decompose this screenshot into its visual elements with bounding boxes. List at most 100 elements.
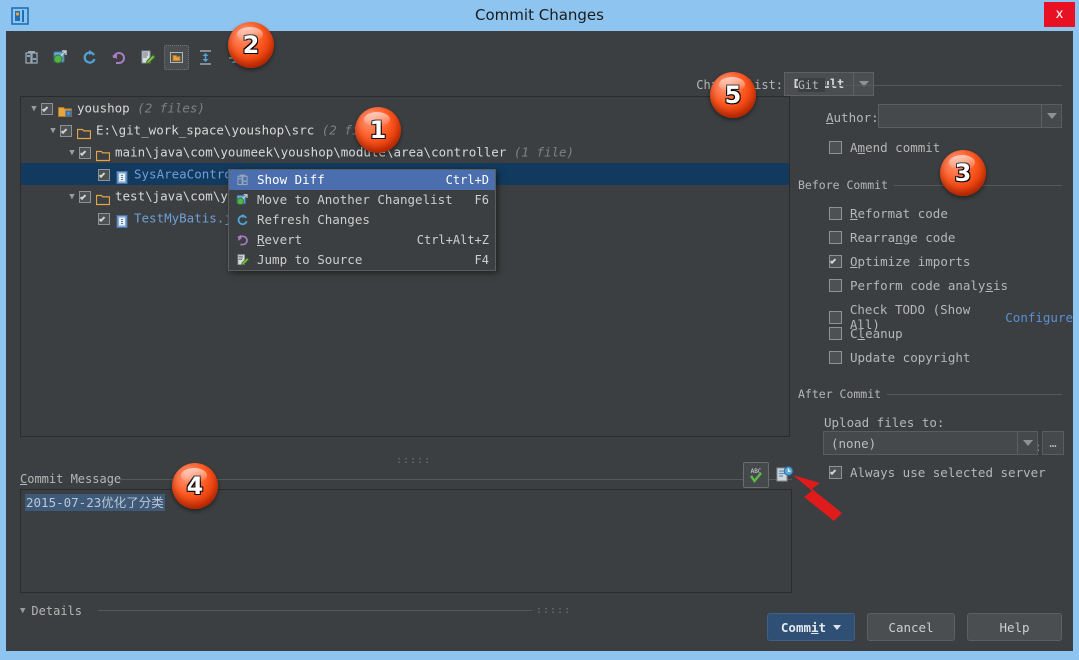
annotation-badge-3: 3: [940, 150, 986, 196]
help-button[interactable]: Help: [967, 613, 1062, 641]
configure-link[interactable]: Configure: [1005, 310, 1073, 325]
author-mnemonic: A: [826, 110, 834, 125]
folder-icon: [96, 191, 110, 203]
before-commit-option-label: Perform code analysis: [850, 278, 1008, 293]
tree-row-label: youshop: [77, 101, 130, 116]
expand-all-icon[interactable]: [193, 45, 218, 70]
before-commit-option-label: Cleanup: [850, 326, 903, 341]
chevron-down-icon[interactable]: [1017, 432, 1037, 454]
before-commit-option[interactable]: Optimize imports: [829, 254, 970, 269]
checkbox-box: [829, 231, 842, 244]
chevron-down-icon[interactable]: [1041, 105, 1061, 127]
details-divider: [98, 610, 532, 611]
move-to-changelist-icon[interactable]: [48, 45, 73, 70]
amend-commit-checkbox[interactable]: Amend commit: [829, 140, 940, 155]
close-icon[interactable]: x: [1044, 2, 1075, 27]
tree-twisty[interactable]: ▼: [65, 142, 79, 164]
annotation-badge-2: 2: [228, 22, 274, 68]
context-menu-item-label: Refresh Changes: [257, 210, 489, 230]
before-commit-title: Before Commit: [798, 178, 894, 192]
before-commit-option-label: Update copyright: [850, 350, 970, 365]
chevron-down-icon: [833, 625, 841, 630]
before-commit-option[interactable]: Cleanup: [829, 326, 903, 341]
after-commit-title: After Commit: [798, 387, 887, 401]
checkbox-box: [829, 351, 842, 364]
git-group-divider: [798, 85, 1062, 86]
before-commit-option-label: Reformat code: [850, 206, 948, 221]
group-by-directory-icon[interactable]: [164, 45, 189, 70]
window-title: Commit Changes: [0, 0, 1079, 31]
tree-twisty[interactable]: ▼: [27, 98, 41, 120]
module-folder-icon: [58, 103, 72, 115]
context-menu-item-shortcut: Ctrl+D: [446, 170, 489, 190]
folder-icon: [96, 147, 110, 159]
tree-row[interactable]: ▼ youshop (2 files): [21, 97, 789, 119]
context-menu-item[interactable]: Show DiffCtrl+D: [229, 170, 495, 190]
details-splitter-handle[interactable]: :::::: [536, 605, 571, 616]
annotation-badge-4: 4: [172, 463, 218, 509]
refresh-changes-icon: [233, 212, 251, 228]
tree-row-checkbox[interactable]: [98, 213, 110, 225]
tree-twisty[interactable]: ▼: [65, 186, 79, 208]
cancel-button[interactable]: Cancel: [867, 613, 955, 641]
show-diff-icon[interactable]: [19, 45, 44, 70]
browse-servers-button[interactable]: …: [1042, 431, 1064, 455]
author-field[interactable]: [878, 104, 1062, 128]
annotation-badge-5: 5: [710, 72, 756, 118]
upload-server-dropdown[interactable]: (none): [823, 431, 1038, 455]
commit-button[interactable]: Commit: [767, 613, 855, 641]
revert-icon: [233, 232, 251, 248]
before-commit-option[interactable]: Rearrange code: [829, 230, 955, 245]
abc-spellcheck-icon[interactable]: ABC: [743, 462, 769, 488]
jump-to-source-icon[interactable]: [135, 45, 160, 70]
context-menu-item[interactable]: Refresh Changes: [229, 210, 495, 230]
tree-row-checkbox[interactable]: [79, 191, 91, 203]
revert-icon[interactable]: [106, 45, 131, 70]
title-bar: Commit Changes x: [0, 0, 1079, 31]
always-use-server-checkbox[interactable]: Always use selected server: [829, 465, 1046, 480]
context-menu[interactable]: Show DiffCtrl+DMove to Another Changelis…: [228, 169, 496, 271]
tree-row-count: (2 files): [137, 101, 205, 116]
before-commit-option-label: Rearrange code: [850, 230, 955, 245]
chevron-down-icon[interactable]: [853, 73, 873, 95]
tree-row-checkbox[interactable]: [79, 147, 91, 159]
context-menu-item[interactable]: RevertCtrl+Alt+Z: [229, 230, 495, 250]
git-group-title: Git: [798, 78, 825, 92]
commit-message-text: 2015-07-23优化了分类: [25, 494, 165, 511]
checkbox-box: [829, 279, 842, 292]
commit-message-input[interactable]: 2015-07-23优化了分类: [20, 489, 792, 593]
details-toggle[interactable]: ▼ Details: [20, 603, 82, 619]
tree-row-label: main\java\com\youmeek\youshop\module\are…: [115, 145, 506, 160]
context-menu-item-label: Jump to Source: [257, 250, 475, 270]
move-to-changelist-icon: [233, 192, 251, 208]
before-commit-option[interactable]: Reformat code: [829, 206, 948, 221]
commit-button-label: Commit: [781, 620, 826, 635]
tree-row-checkbox[interactable]: [98, 169, 110, 181]
checkbox-box: [829, 207, 842, 220]
tree-row[interactable]: ▼E:\git_work_space\youshop\src (2 files): [21, 119, 789, 141]
refresh-changes-icon[interactable]: [77, 45, 102, 70]
amend-commit-label: Amend commit: [850, 140, 940, 155]
red-arrow-annotation: [790, 471, 850, 526]
tree-row-count: (1 file): [514, 145, 574, 160]
java-file-icon: [115, 213, 129, 225]
checkbox-box: [829, 141, 842, 154]
checkbox-box: [829, 327, 842, 340]
tree-row-checkbox[interactable]: [41, 103, 53, 115]
before-commit-option[interactable]: Perform code analysis: [829, 278, 1008, 293]
context-menu-item[interactable]: Jump to SourceF4: [229, 250, 495, 270]
before-commit-option[interactable]: Update copyright: [829, 350, 970, 365]
commit-message-label: Commit Message: [20, 472, 127, 486]
annotation-badge-1: 1: [355, 107, 401, 153]
tree-row-checkbox[interactable]: [60, 125, 72, 137]
context-menu-item[interactable]: Move to Another ChangelistF6: [229, 190, 495, 210]
tree-row[interactable]: ▼ main\java\com\youmeek\youshop\module\ar…: [21, 141, 789, 163]
java-file-icon: [115, 169, 129, 181]
tree-splitter-handle[interactable]: :::::: [396, 455, 431, 466]
commit-message-title-rest: ommit Message: [27, 472, 121, 486]
checkbox-box: [829, 311, 842, 324]
tree-twisty[interactable]: ▼: [46, 120, 60, 142]
commit-changes-window: Commit Changes x: [0, 0, 1079, 660]
tree-row-label: E:\git_work_space\youshop\src: [96, 123, 314, 138]
jump-to-source-icon: [233, 252, 251, 268]
